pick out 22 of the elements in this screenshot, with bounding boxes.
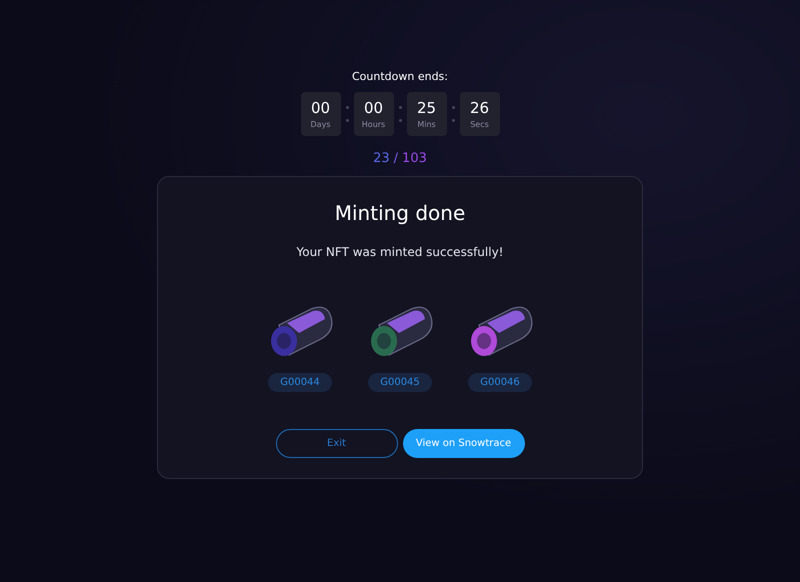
nft-id: G00044 <box>268 373 332 392</box>
countdown-unit: Mins <box>417 120 436 129</box>
countdown-title: Countdown ends: <box>352 70 448 83</box>
nft-id: G00046 <box>468 373 532 392</box>
countdown-unit: Days <box>310 120 330 129</box>
separator-icon <box>344 106 350 122</box>
exit-button[interactable]: Exit <box>276 429 398 458</box>
countdown-value: 26 <box>470 99 490 117</box>
countdown-value: 25 <box>416 99 436 117</box>
separator-icon <box>450 106 456 122</box>
view-button[interactable]: View on Snowtrace <box>402 429 524 458</box>
countdown-value: 00 <box>310 99 330 117</box>
minted-count: 23 <box>373 151 390 166</box>
separator-icon <box>398 106 402 122</box>
dialog-message: Your NFT was minted successfully! <box>296 245 504 259</box>
total-count: 103 <box>402 151 427 166</box>
nft-id: G00045 <box>368 373 432 392</box>
countdown-unit: Secs <box>470 120 489 129</box>
countdown-unit: Hours <box>362 120 386 129</box>
dialog-title: Minting done <box>334 201 466 225</box>
count-separator: / <box>394 151 398 166</box>
countdown-value: 00 <box>364 99 384 117</box>
